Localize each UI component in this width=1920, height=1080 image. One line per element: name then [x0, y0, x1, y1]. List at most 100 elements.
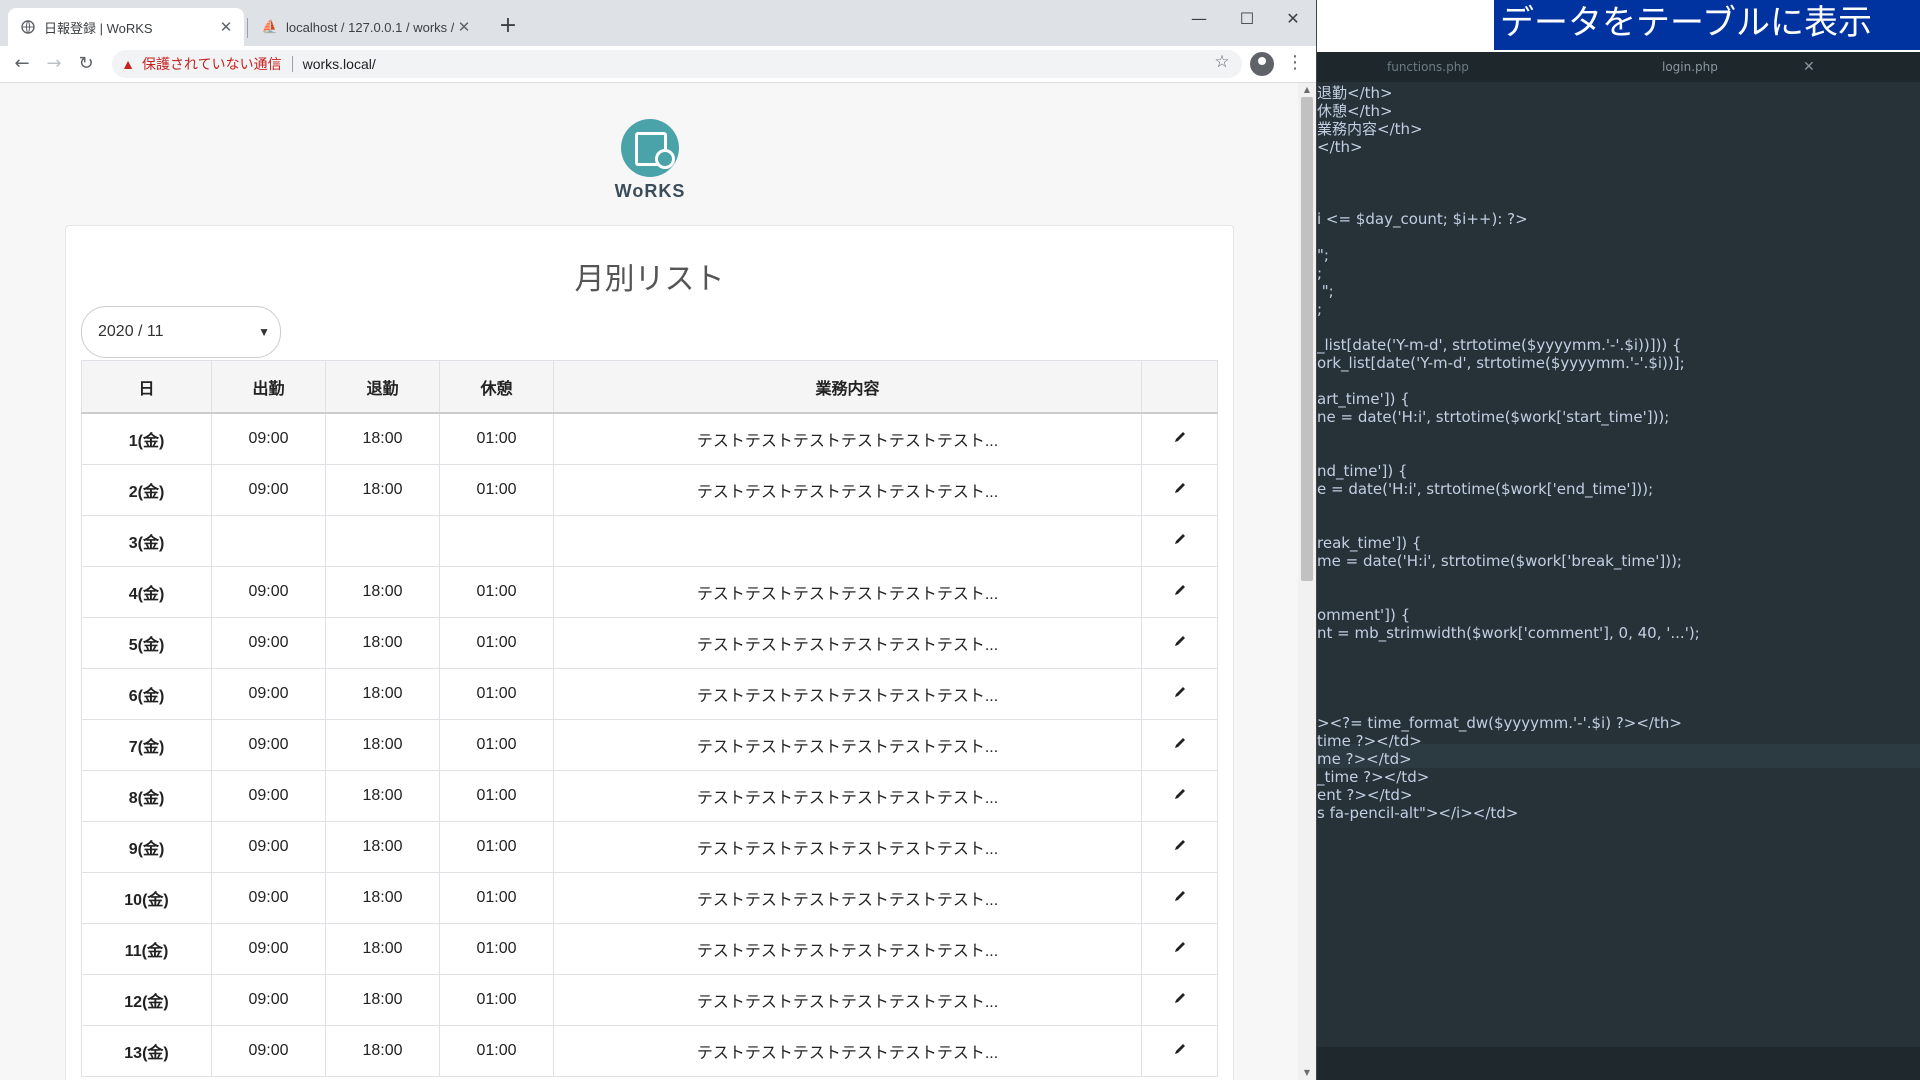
code-line: nt = mb_strimwidth($work['comment'], 0, …	[1317, 624, 1700, 642]
editor-tabs: functions.php login.php ✕	[1317, 52, 1920, 82]
new-tab-button[interactable]: +	[496, 14, 520, 38]
edit-cell	[1141, 464, 1218, 516]
pencil-icon[interactable]	[1173, 992, 1187, 1009]
break-cell: 01:00	[439, 821, 554, 873]
day-cell: 4(金)	[81, 566, 212, 618]
bookmark-star-icon[interactable]: ☆	[1210, 52, 1234, 72]
header-edit	[1141, 360, 1218, 414]
scroll-down-icon[interactable]: ▼	[1298, 1066, 1316, 1080]
break-cell: 01:00	[439, 412, 554, 465]
pencil-icon[interactable]	[1173, 431, 1187, 448]
end-cell: 18:00	[325, 923, 440, 975]
pencil-icon[interactable]	[1173, 482, 1187, 499]
comment-cell: テストテストテストテストテストテスト...	[553, 974, 1142, 1026]
minimize-button[interactable]: —	[1176, 6, 1222, 32]
table-row: 12(金) 09:00 18:00 01:00 テストテストテストテストテストテスト..…	[81, 974, 1218, 1026]
table-row: 2(金) 09:00 18:00 01:00 テストテストテストテストテストテスト...	[81, 464, 1218, 516]
break-cell: 01:00	[439, 668, 554, 720]
edit-cell	[1141, 1025, 1218, 1077]
table-row: 3(金)	[81, 515, 1218, 567]
code-line: e = date('H:i', strtotime($work['end_tim…	[1317, 480, 1654, 498]
menu-icon[interactable]: ⋮	[1286, 52, 1304, 73]
pencil-icon[interactable]	[1173, 788, 1187, 805]
table-row: 10(金) 09:00 18:00 01:00 テストテストテストテストテストテスト..…	[81, 872, 1218, 924]
pencil-icon[interactable]	[1173, 890, 1187, 907]
break-cell: 01:00	[439, 719, 554, 771]
table-row: 6(金) 09:00 18:00 01:00 テストテストテストテストテストテスト...	[81, 668, 1218, 720]
break-cell: 01:00	[439, 617, 554, 669]
address-bar[interactable]: ▲ 保護されていない通信 works.local/	[112, 50, 1242, 78]
break-cell	[439, 515, 554, 567]
pencil-icon[interactable]	[1173, 1043, 1187, 1060]
day-cell: 11(金)	[81, 923, 212, 975]
edit-cell	[1141, 974, 1218, 1026]
pencil-icon[interactable]	[1173, 533, 1187, 550]
close-icon[interactable]: ✕	[454, 18, 474, 36]
day-cell: 1(金)	[81, 412, 212, 465]
profile-icon[interactable]	[1250, 52, 1274, 76]
omnibox-divider	[291, 56, 293, 72]
editor-tab-functions[interactable]: functions.php	[1387, 52, 1469, 82]
security-warning[interactable]: 保護されていない通信	[142, 54, 282, 74]
pencil-icon[interactable]	[1173, 839, 1187, 856]
close-icon[interactable]: ✕	[216, 18, 236, 36]
end-cell: 18:00	[325, 821, 440, 873]
code-line: i <= $day_count; $i++): ?>	[1317, 210, 1528, 228]
comment-cell: テストテストテストテストテストテスト...	[553, 821, 1142, 873]
scroll-thumb[interactable]	[1301, 97, 1313, 581]
end-cell: 18:00	[325, 770, 440, 822]
table-row: 4(金) 09:00 18:00 01:00 テストテストテストテストテストテスト...	[81, 566, 1218, 618]
close-icon[interactable]: ✕	[1803, 52, 1815, 82]
end-cell: 18:00	[325, 872, 440, 924]
start-cell: 09:00	[211, 872, 326, 924]
code-area[interactable]: 退勤</th> 休憩</th> 業務内容</th> </th> i <= $day_co…	[1317, 82, 1920, 1047]
forward-button[interactable]: →	[42, 52, 66, 76]
day-cell: 10(金)	[81, 872, 212, 924]
end-cell: 18:00	[325, 974, 440, 1026]
page-viewport: WoRKS 月別リスト 2020 / 11 ▼ 日 出勤 退勤 休憩 業務内容 …	[0, 83, 1298, 1080]
pencil-icon[interactable]	[1173, 635, 1187, 652]
break-cell: 01:00	[439, 872, 554, 924]
warning-icon: ▲	[121, 56, 135, 72]
pencil-icon[interactable]	[1173, 737, 1187, 754]
start-cell: 09:00	[211, 668, 326, 720]
pencil-icon[interactable]	[1173, 584, 1187, 601]
edit-cell	[1141, 770, 1218, 822]
scroll-up-icon[interactable]: ▲	[1298, 83, 1316, 97]
comment-cell: テストテストテストテストテストテスト...	[553, 923, 1142, 975]
browser-window: 日報登録 | WoRKS ✕ ⛵ localhost / 127.0.0.1 /…	[0, 0, 1317, 1080]
comment-cell: テストテストテストテストテストテスト...	[553, 872, 1142, 924]
maximize-button[interactable]: ☐	[1224, 6, 1270, 32]
page-scrollbar[interactable]: ▲ ▼	[1298, 83, 1316, 1080]
back-button[interactable]: ←	[10, 52, 34, 76]
start-cell: 09:00	[211, 566, 326, 618]
url-text[interactable]: works.local/	[303, 56, 376, 72]
month-select[interactable]: 2020 / 11 ▼	[81, 306, 281, 358]
globe-icon	[20, 19, 36, 35]
comment-cell: テストテストテストテストテストテスト...	[553, 464, 1142, 516]
start-cell	[211, 515, 326, 567]
pencil-icon[interactable]	[1173, 686, 1187, 703]
tab-phpmyadmin[interactable]: ⛵ localhost / 127.0.0.1 / works / wo ✕	[250, 8, 482, 46]
reload-button[interactable]: ↻	[74, 52, 98, 76]
window-close-button[interactable]: ✕	[1270, 6, 1316, 32]
pencil-icon[interactable]	[1173, 941, 1187, 958]
caption-banner: データをテーブルに表示	[1494, 0, 1920, 50]
table-row: 1(金) 09:00 18:00 01:00 テストテストテストテストテストテスト...	[81, 412, 1218, 465]
end-cell: 18:00	[325, 464, 440, 516]
logo-text: WoRKS	[614, 181, 686, 201]
tab-works[interactable]: 日報登録 | WoRKS ✕	[8, 8, 244, 46]
day-cell: 3(金)	[81, 515, 212, 567]
table-row: 13(金) 09:00 18:00 01:00 テストテストテストテストテストテスト..…	[81, 1025, 1218, 1077]
end-cell: 18:00	[325, 1025, 440, 1077]
edit-cell	[1141, 617, 1218, 669]
editor-tab-login[interactable]: login.php	[1662, 52, 1718, 82]
edit-cell	[1141, 566, 1218, 618]
start-cell: 09:00	[211, 821, 326, 873]
break-cell: 01:00	[439, 923, 554, 975]
phpmyadmin-icon: ⛵	[261, 19, 279, 34]
start-cell: 09:00	[211, 464, 326, 516]
table-row: 7(金) 09:00 18:00 01:00 テストテストテストテストテストテスト...	[81, 719, 1218, 771]
edit-cell	[1141, 515, 1218, 567]
table-row: 11(金) 09:00 18:00 01:00 テストテストテストテストテストテスト..…	[81, 923, 1218, 975]
